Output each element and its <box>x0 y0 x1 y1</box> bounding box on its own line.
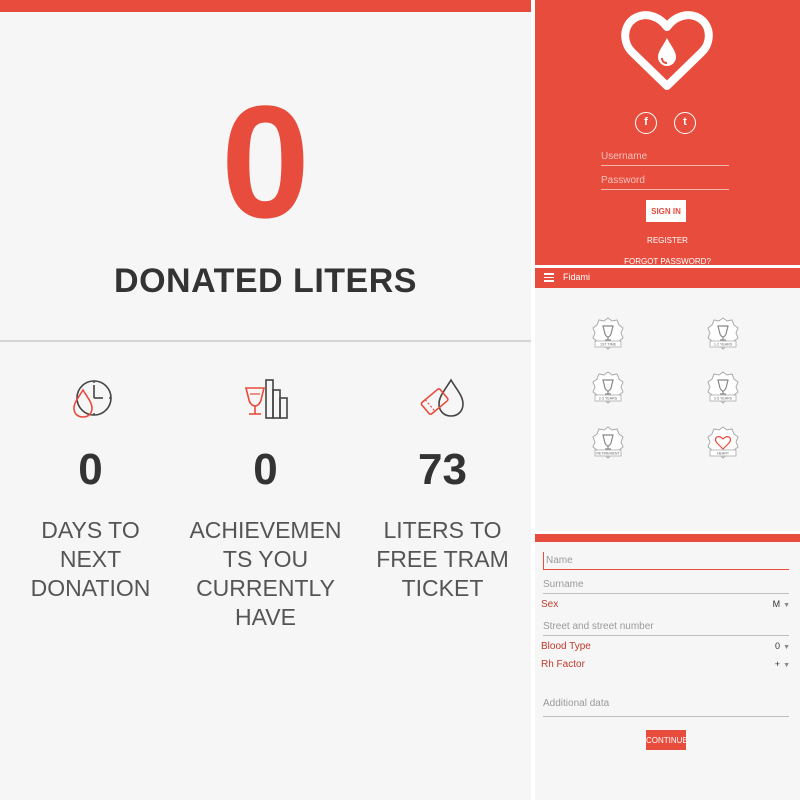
additional-data-field[interactable] <box>543 691 789 717</box>
stat-value: 0 <box>253 445 278 494</box>
stat-achievements: 0 ACHIEVEMEN TS YOU CURRENTLY HAVE <box>177 372 354 632</box>
rh-factor-select[interactable]: + ▼ <box>775 659 790 669</box>
hamburger-menu-icon[interactable] <box>544 273 554 282</box>
chevron-down-icon: ▼ <box>783 644 790 651</box>
achievement-badge[interactable]: RETIREMENT <box>590 425 626 461</box>
twitter-icon[interactable]: t <box>674 112 696 134</box>
achievements-screen: Fidami 1ST TIME 1-2 YEARS 2-3 YEARS 3-5 YEA… <box>535 268 800 531</box>
stat-days-to-next-donation: 0 DAYS TO NEXT DONATION <box>2 372 179 603</box>
password-input[interactable] <box>601 172 729 190</box>
trophy-badge-icon: 2-3 YEARS <box>592 371 624 404</box>
street-field[interactable] <box>543 618 789 636</box>
login-screen: f t SIGN IN REGISTER FORGOT PASSWORD? <box>535 0 800 265</box>
trophy-bars-icon <box>244 379 288 419</box>
rh-factor-label: Rh Factor <box>541 659 585 670</box>
name-field[interactable] <box>543 552 789 570</box>
achievement-badge[interactable]: 1ST TIME <box>590 316 626 352</box>
chevron-down-icon: ▼ <box>783 662 790 669</box>
donated-liters-label: DONATED LITERS <box>114 262 417 300</box>
chevron-down-icon: ▼ <box>783 602 790 609</box>
blood-type-value: 0 <box>775 641 781 651</box>
stat-value: 0 <box>78 445 103 494</box>
badge-label: HEART <box>717 452 730 456</box>
donated-liters-value: 0 <box>221 72 310 251</box>
stat-liters-to-free-ticket: 73 LITERS TO FREE TRAM TICKET <box>354 372 531 603</box>
registration-screen: Sex M▼ Blood Type 0▼ Rh Factor +▼ CONTIN… <box>535 534 800 800</box>
section-divider <box>0 340 531 342</box>
continue-button[interactable]: CONTINUE <box>646 730 688 750</box>
top-accent-bar <box>0 0 531 12</box>
trophy-badge-icon: 3-5 YEARS <box>707 371 739 404</box>
username-input[interactable] <box>601 148 729 166</box>
forgot-password-link[interactable]: FORGOT PASSWORD? <box>535 257 800 265</box>
ticket-drop-icon <box>420 378 464 417</box>
trophy-badge-icon: RETIREMENT <box>592 426 624 459</box>
register-link[interactable]: REGISTER <box>535 236 800 245</box>
trophy-badge-icon: 1ST TIME <box>592 317 624 350</box>
badge-label: 1ST TIME <box>600 343 617 347</box>
stat-label: ACHIEVEMEN TS YOU CURRENTLY HAVE <box>189 517 342 630</box>
app-title: Fidami <box>563 272 591 282</box>
heart-badge-icon: HEART <box>707 426 739 459</box>
sex-select[interactable]: M ▼ <box>773 599 790 609</box>
top-accent-bar <box>535 534 800 542</box>
badge-label: RETIREMENT <box>596 452 620 456</box>
surname-field[interactable] <box>543 576 789 594</box>
sex-label: Sex <box>541 599 559 610</box>
clock-drop-icon <box>72 380 112 418</box>
app-toolbar: Fidami <box>535 268 800 288</box>
trophy-badge-icon: 1-2 YEARS <box>707 317 739 350</box>
stats-screen: 0 DONATED LITERS 0 DAYS TO NEXT DONATION… <box>0 0 531 800</box>
achievement-badge[interactable]: 2-3 YEARS <box>590 370 626 406</box>
achievement-badge[interactable]: 3-5 YEARS <box>705 370 741 406</box>
achievement-badge[interactable]: 1-2 YEARS <box>705 316 741 352</box>
facebook-icon[interactable]: f <box>635 112 657 134</box>
heart-drop-logo-icon <box>621 11 713 90</box>
stat-label: LITERS TO FREE TRAM TICKET <box>376 517 509 601</box>
sex-value: M <box>772 599 781 609</box>
badge-label: 3-5 YEARS <box>714 397 733 401</box>
stat-value: 73 <box>418 445 467 494</box>
badge-label: 2-3 YEARS <box>599 397 618 401</box>
rh-factor-value: + <box>774 659 781 669</box>
stat-label: DAYS TO NEXT DONATION <box>30 517 151 601</box>
sign-in-button[interactable]: SIGN IN <box>646 200 686 222</box>
achievement-badge[interactable]: HEART <box>705 425 741 461</box>
blood-type-label: Blood Type <box>541 641 591 652</box>
blood-type-select[interactable]: 0 ▼ <box>775 641 790 651</box>
badge-label: 1-2 YEARS <box>714 343 733 347</box>
